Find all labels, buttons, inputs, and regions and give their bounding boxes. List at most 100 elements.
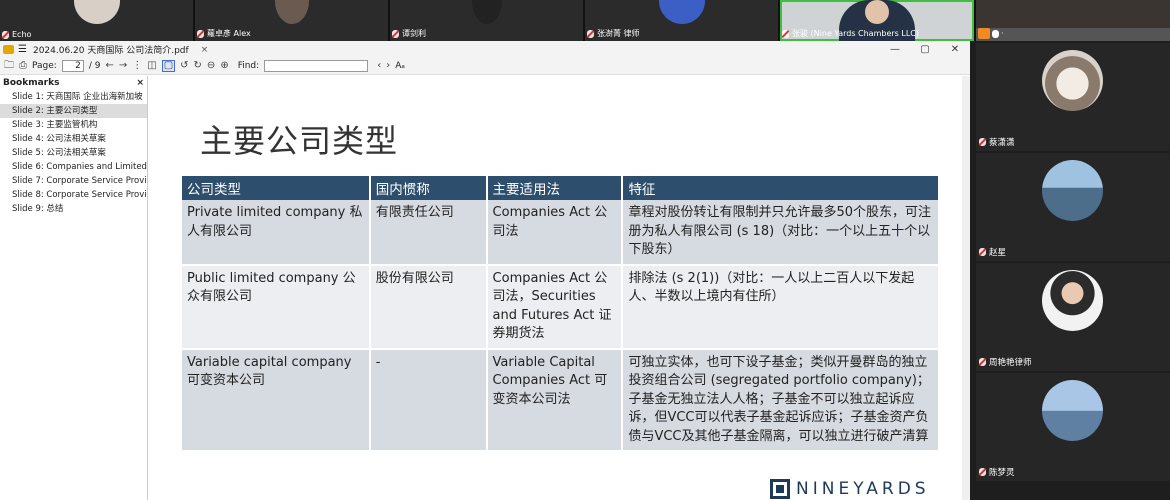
self-view-tile[interactable]: · (976, 0, 1170, 41)
table-cell: 有限责任公司 (369, 200, 488, 266)
bookmark-item[interactable]: Slide 7: Corporate Service Provide (0, 174, 147, 188)
zoom-out-icon[interactable]: ⊖ (207, 61, 215, 71)
nineyards-logo-icon (770, 479, 790, 499)
participant-video (274, 0, 309, 24)
participant-tile[interactable]: 赵星 (976, 153, 1170, 261)
mic-muted-icon (979, 468, 986, 476)
bookmark-item[interactable]: Slide 3: 主要监管机构 (0, 118, 147, 132)
close-tab-button[interactable]: × (201, 45, 209, 55)
user-icon (978, 28, 990, 39)
participant-tile[interactable]: 周艳艳律师 (976, 263, 1170, 371)
mic-muted-icon (587, 29, 594, 38)
bookmarks-panel: Bookmarks × Slide 1: 天商国际 企业出海新加坡 Slide … (0, 76, 148, 500)
mic-muted-icon (2, 30, 9, 39)
close-bookmarks-button[interactable]: × (136, 78, 144, 88)
participant-avatar (1042, 160, 1103, 221)
participant-tile-active-speaker[interactable]: 张骏 (Nine Yards Chambers LLC) (780, 0, 974, 41)
self-view-bar (976, 28, 1170, 41)
table-cell: 排除法 (s 2(1))（对比：一人以上二百人以下发起人、半数以上境内有住所） (622, 264, 940, 350)
find-input[interactable] (264, 60, 369, 72)
participant-label: 张骏 (Nine Yards Chambers LLC) (782, 28, 919, 39)
fit-page-icon[interactable]: ▢ (161, 60, 176, 72)
vertical-scrollbar[interactable] (962, 76, 970, 500)
bookmark-item[interactable]: Slide 9: 总结 (0, 202, 147, 216)
participant-video (73, 0, 120, 24)
table-header-cell: 主要适用法 (486, 176, 624, 200)
participant-name: 蔡潇潇 (989, 138, 1015, 148)
slide-title: 主要公司类型 (200, 122, 399, 160)
bookmark-item[interactable]: Slide 8: Corporate Service Provide (0, 188, 147, 202)
rotate-left-icon[interactable]: ↺ (180, 61, 188, 71)
bookmarks-title: Bookmarks (3, 78, 60, 88)
open-folder-icon[interactable]: 🗀 (4, 61, 14, 71)
document-viewport[interactable]: 主要公司类型 公司类型 国内惯称 主要适用法 特征 Private limite… (148, 76, 970, 500)
participant-tile[interactable]: 蔡潇潇 (976, 43, 1170, 151)
app-logo-icon (3, 45, 14, 54)
single-page-view-icon[interactable]: ◫ (147, 61, 156, 71)
table-cell: Variable capital company 可变资本公司 (182, 348, 371, 452)
participant-tile[interactable]: 蘿卓彥 Alex (195, 0, 388, 41)
table-cell: - (369, 348, 488, 452)
slide-page: 主要公司类型 公司类型 国内惯称 主要适用法 特征 Private limite… (156, 76, 952, 500)
participant-tile[interactable]: 陈梦灵 (976, 373, 1170, 481)
pdf-viewer-window: ☰ 2024.06.20 天商国际 公司法简介.pdf × — ▢ ✕ 🗀 ⎙ … (0, 41, 970, 500)
participant-label: 陈梦灵 (979, 466, 1015, 478)
close-window-button[interactable]: ✕ (940, 44, 970, 55)
participant-name: 蘿卓彥 Alex (207, 29, 251, 38)
participant-tile[interactable]: Echo (0, 0, 193, 41)
next-page-icon[interactable]: → (119, 61, 127, 71)
bookmark-item[interactable]: Slide 6: Companies and Limited L (0, 160, 147, 174)
rotate-right-icon[interactable]: ↻ (194, 61, 202, 71)
participant-name: 张澍菁 律师 (597, 29, 640, 38)
participant-name: 张骏 (Nine Yards Chambers LLC) (792, 29, 920, 38)
minimize-button[interactable]: — (880, 44, 910, 55)
participant-name: Echo (12, 30, 32, 39)
mic-muted-icon (197, 29, 204, 38)
brand-wordmark: NINEYARDS (796, 479, 930, 499)
more-options-icon[interactable]: ⋮ (132, 61, 142, 71)
find-next-icon[interactable]: › (386, 61, 390, 71)
participant-avatar (1042, 50, 1103, 111)
bookmark-item-selected[interactable]: Slide 2: 主要公司类型 (0, 104, 147, 118)
page-number-input[interactable]: 2 (61, 60, 84, 72)
participant-tile[interactable]: 谭剑利 (390, 0, 583, 41)
participant-name: 赵星 (989, 248, 1007, 258)
page-total: / 9 (88, 61, 101, 71)
self-view-label: · (978, 28, 1004, 39)
table-cell: 章程对股份转让有限制并只允许最多50个股东，可注册为私人有限公司 (s 18)（… (622, 200, 940, 266)
previous-page-icon[interactable]: ← (105, 61, 113, 71)
zoom-in-icon[interactable]: ⊕ (220, 61, 228, 71)
participant-avatar (1042, 380, 1103, 441)
participant-tile[interactable]: 张澍菁 律师 (585, 0, 778, 41)
print-icon[interactable]: ⎙ (19, 61, 27, 71)
bookmarks-header: Bookmarks × (0, 76, 147, 90)
bookmark-item[interactable]: Slide 5: 公司法相关草案 (0, 146, 147, 160)
mic-muted-icon (979, 358, 986, 366)
table-row: Variable capital company 可变资本公司 - Variab… (182, 348, 940, 452)
hamburger-menu-icon[interactable]: ☰ (18, 44, 27, 55)
participant-label: 赵星 (979, 246, 1006, 258)
participant-column-right: 蔡潇潇 赵星 周艳艳律师 陈梦灵 (976, 41, 1170, 500)
mic-muted-icon (979, 248, 986, 256)
mic-muted-icon (392, 29, 399, 38)
participant-name: 周艳艳律师 (989, 358, 1032, 368)
mic-muted-icon (979, 138, 986, 146)
bookmark-item[interactable]: Slide 1: 天商国际 企业出海新加坡 (0, 90, 147, 104)
find-previous-icon[interactable]: ‹ (377, 61, 381, 71)
maximize-button[interactable]: ▢ (910, 44, 940, 55)
page-label: Page: (32, 61, 57, 71)
table-cell: Variable Capital Companies Act 可变资本公司法 (486, 348, 624, 452)
bookmark-item[interactable]: Slide 4: 公司法相关草案 (0, 132, 147, 146)
participant-name: 谭剑利 (402, 29, 426, 38)
participant-label: Echo (2, 30, 31, 39)
table-header-row: 公司类型 国内惯称 主要适用法 特征 (182, 176, 940, 200)
pdf-titlebar: ☰ 2024.06.20 天商国际 公司法简介.pdf × — ▢ ✕ (0, 41, 970, 58)
match-case-toggle[interactable]: Aₐ (395, 61, 405, 71)
mic-icon (782, 29, 789, 38)
table-cell: Public limited company 公众有限公司 (182, 264, 371, 350)
table-cell: Companies Act 公司法，Securities and Futures… (486, 264, 624, 350)
window-controls: — ▢ ✕ (880, 44, 970, 55)
document-tab[interactable]: 2024.06.20 天商国际 公司法简介.pdf (33, 43, 189, 56)
pdf-toolbar: 🗀 ⎙ Page: 2 / 9 ← → ⋮ ◫ ▢ ↺ ↻ ⊖ ⊕ Find: … (0, 58, 970, 75)
find-label: Find: (237, 61, 260, 71)
